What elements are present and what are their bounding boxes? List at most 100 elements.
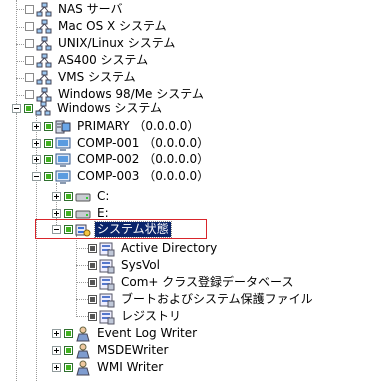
collapse-toggle[interactable] xyxy=(32,172,41,181)
selection-checkbox[interactable] xyxy=(44,122,53,131)
network-icon xyxy=(36,19,52,33)
tree-node-label: Event Log Writer xyxy=(97,326,198,340)
expand-toggle[interactable] xyxy=(52,346,61,355)
tree-line xyxy=(76,299,88,300)
selection-checkbox[interactable] xyxy=(44,172,53,181)
tree-node-label: UNIX/Linux システム xyxy=(58,36,176,50)
writer-icon xyxy=(76,360,90,375)
tree-node-label: AS400 システム xyxy=(58,53,149,67)
writer-icon xyxy=(76,343,90,358)
selection-checkbox[interactable] xyxy=(25,39,34,48)
tree-line xyxy=(16,27,24,28)
selection-checkbox[interactable] xyxy=(64,329,73,338)
selection-checkbox[interactable] xyxy=(25,90,34,99)
tree-node-label: VMS システム xyxy=(58,70,136,84)
tree-node-com-plus[interactable]: Com+ クラス登録データベース xyxy=(88,274,295,291)
tree-node-sysvol[interactable]: SysVol xyxy=(88,257,162,274)
selection-checkbox[interactable] xyxy=(88,244,97,253)
selection-checkbox[interactable] xyxy=(64,209,73,218)
component-icon xyxy=(99,310,115,324)
tree-node-nas[interactable]: NAS サーバ xyxy=(25,1,125,18)
selection-checkbox[interactable] xyxy=(64,192,73,201)
tree-node-label: ブートおよびシステム保護ファイル xyxy=(121,292,313,306)
expand-toggle[interactable] xyxy=(52,209,61,218)
tree-node-label: レジストリ xyxy=(121,309,182,323)
tree-node-msde-writer[interactable]: MSDEWriter xyxy=(52,342,170,359)
tree-node-active-directory[interactable]: Active Directory xyxy=(88,240,219,257)
writer-icon xyxy=(76,326,90,341)
expand-toggle[interactable] xyxy=(52,329,61,338)
tree-node-label: C: xyxy=(97,189,110,203)
selection-checkbox[interactable] xyxy=(44,155,53,164)
component-icon xyxy=(99,259,115,273)
tree-node-event-log-writer[interactable]: Event Log Writer xyxy=(52,325,199,342)
expand-toggle[interactable] xyxy=(32,155,41,164)
network-icon xyxy=(36,2,52,16)
expand-toggle[interactable] xyxy=(32,139,41,148)
selection-checkbox[interactable] xyxy=(25,5,34,14)
selection-checkbox[interactable] xyxy=(44,139,53,148)
tree-node-boot-files[interactable]: ブートおよびシステム保護ファイル xyxy=(88,291,315,308)
selection-checkbox[interactable] xyxy=(88,278,97,287)
tree-node-label: Active Directory xyxy=(121,241,218,255)
expand-toggle[interactable] xyxy=(52,363,61,372)
expand-toggle[interactable] xyxy=(52,192,61,201)
tree-node-label: PRIMARY （0.0.0.0） xyxy=(77,119,200,133)
expand-toggle[interactable] xyxy=(32,122,41,131)
tree-node-mac[interactable]: Mac OS X システム xyxy=(25,18,169,35)
drive-icon xyxy=(75,193,91,201)
selection-checkbox[interactable] xyxy=(88,261,97,270)
component-icon xyxy=(99,293,115,307)
selection-checkbox[interactable] xyxy=(25,56,34,65)
tree-node-label: NAS サーバ xyxy=(58,2,123,16)
tree-node-primary[interactable]: PRIMARY （0.0.0.0） xyxy=(32,118,201,135)
selection-checkbox[interactable] xyxy=(88,295,97,304)
tree-node-label: MSDEWriter xyxy=(97,343,169,357)
backup-selection-tree: NAS サーバ Mac OS X システム UNIX/Linux システム AS… xyxy=(0,0,385,381)
tree-line xyxy=(16,78,24,79)
tree-node-comp-002[interactable]: COMP-002 （0.0.0.0） xyxy=(32,151,211,168)
tree-node-label: COMP-003 （0.0.0.0） xyxy=(77,169,210,183)
tree-node-comp-003[interactable]: COMP-003 （0.0.0.0） xyxy=(32,168,211,185)
tree-node-vms[interactable]: VMS システム xyxy=(25,69,138,86)
tree-node-label: COMP-002 （0.0.0.0） xyxy=(77,152,210,166)
tree-line xyxy=(76,265,88,266)
network-icon xyxy=(36,36,52,50)
selection-checkbox[interactable] xyxy=(25,73,34,82)
tree-node-wmi-writer[interactable]: WMI Writer xyxy=(52,359,165,376)
monitor-icon xyxy=(55,137,71,151)
tree-line xyxy=(16,0,17,104)
component-icon xyxy=(99,242,115,256)
tree-node-label: Com+ クラス登録データベース xyxy=(121,275,294,289)
tree-node-label: Windows システム xyxy=(57,101,163,115)
tree-line xyxy=(76,316,88,317)
collapse-toggle[interactable] xyxy=(12,104,21,113)
selection-checkbox[interactable] xyxy=(24,104,33,113)
tree-node-as400[interactable]: AS400 システム xyxy=(25,52,150,69)
tree-line xyxy=(76,248,88,249)
tree-node-registry[interactable]: レジストリ xyxy=(88,308,183,325)
selection-checkbox[interactable] xyxy=(25,22,34,31)
monitor-icon xyxy=(55,153,71,167)
tree-node-label: WMI Writer xyxy=(97,360,164,374)
tree-node-windows[interactable]: Windows システム xyxy=(12,100,164,117)
tree-node-label: SysVol xyxy=(121,258,160,272)
network-icon xyxy=(35,101,51,115)
tree-node-comp-001[interactable]: COMP-001 （0.0.0.0） xyxy=(32,135,211,152)
tree-node-unix[interactable]: UNIX/Linux システム xyxy=(25,35,177,52)
tree-line xyxy=(16,44,24,45)
tree-line xyxy=(76,282,88,283)
tree-node-drive-c[interactable]: C: xyxy=(52,188,111,205)
selection-checkbox[interactable] xyxy=(88,312,97,321)
component-icon xyxy=(99,276,115,290)
selection-checkbox[interactable] xyxy=(64,346,73,355)
tree-line xyxy=(16,95,24,96)
tree-node-label: Mac OS X システム xyxy=(58,19,167,33)
selection-checkbox[interactable] xyxy=(64,363,73,372)
highlight-box xyxy=(35,219,207,239)
tree-line xyxy=(16,113,17,381)
network-icon xyxy=(36,70,52,84)
server-icon xyxy=(55,120,71,133)
network-icon xyxy=(36,53,52,67)
tree-node-label: COMP-001 （0.0.0.0） xyxy=(77,136,210,150)
